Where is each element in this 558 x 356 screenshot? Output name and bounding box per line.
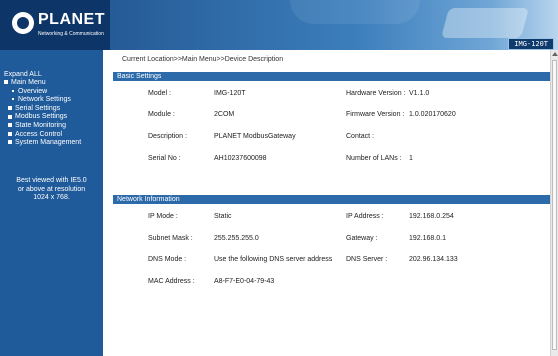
logo-tagline: Networking & Communication bbox=[38, 31, 104, 37]
breadcrumb: Current Location>>Main Menu>>Device Desc… bbox=[122, 56, 284, 63]
ip-mode-value: Static bbox=[214, 213, 232, 220]
serial-no-value: AH10237600098 bbox=[214, 155, 267, 162]
module-value: 2COM bbox=[214, 111, 235, 118]
scroll-up-arrow-icon[interactable] bbox=[552, 52, 558, 56]
bullet-icon bbox=[12, 89, 14, 92]
description-value: PLANET ModbusGateway bbox=[214, 133, 296, 140]
sidebar-item-access-control[interactable]: Access Control bbox=[4, 131, 81, 140]
folder-icon bbox=[8, 114, 12, 119]
gateway-value: 192.168.0.1 bbox=[409, 235, 446, 242]
main-menu-folder[interactable]: Main Menu bbox=[4, 79, 81, 88]
firmware-version-value: 1.0.020170620 bbox=[409, 111, 456, 118]
dns-server-value: 202.96.134.133 bbox=[409, 256, 458, 263]
module-label: Module : bbox=[148, 111, 175, 118]
folder-icon bbox=[8, 131, 12, 136]
sidebar-item-system-management[interactable]: System Management bbox=[4, 139, 81, 148]
hardware-version-label: Hardware Version : bbox=[346, 90, 406, 97]
main-menu-label: Main Menu bbox=[11, 79, 46, 86]
subnet-mask-label: Subnet Mask : bbox=[148, 235, 193, 242]
ip-address-label: IP Address : bbox=[346, 213, 384, 220]
subnet-mask-value: 255.255.255.0 bbox=[214, 235, 259, 242]
model-value: IMG-120T bbox=[214, 90, 246, 97]
header-device-image bbox=[440, 8, 530, 38]
folder-icon bbox=[8, 105, 12, 110]
description-label: Description : bbox=[148, 133, 187, 140]
firmware-version-label: Firmware Version : bbox=[346, 111, 405, 118]
serial-no-label: Serial No : bbox=[148, 155, 181, 162]
sidebar-item-label: Overview bbox=[18, 87, 48, 95]
hardware-version-value: V1.1.0 bbox=[409, 90, 430, 97]
folder-icon bbox=[4, 80, 8, 85]
scrollbar-thumb[interactable] bbox=[552, 60, 557, 350]
expand-all-link[interactable]: Expand ALL bbox=[4, 71, 42, 78]
browser-tip-line: Best viewed with IE5.0 bbox=[16, 177, 87, 184]
mac-address-label: MAC Address : bbox=[148, 278, 195, 285]
planet-logo: PLANET Networking & Communication bbox=[0, 0, 110, 50]
gateway-label: Gateway : bbox=[346, 235, 378, 242]
planet-logo-icon bbox=[12, 12, 34, 34]
folder-icon bbox=[8, 140, 12, 145]
folder-icon bbox=[8, 123, 12, 128]
contact-label: Contact : bbox=[346, 133, 375, 140]
header-banner: PLANET Networking & Communication IMG-12… bbox=[0, 0, 558, 50]
ip-mode-label: IP Mode : bbox=[148, 213, 178, 220]
sidebar-item-modbus-settings[interactable]: Modbus Settings bbox=[4, 113, 81, 122]
ip-address-value: 192.168.0.254 bbox=[409, 213, 454, 220]
browser-tip-line: 1024 x 768. bbox=[33, 194, 70, 201]
dns-mode-value: Use the following DNS server address bbox=[214, 256, 333, 263]
sidebar-item-label: System Management bbox=[15, 139, 82, 147]
model-label: Model : bbox=[148, 90, 171, 97]
mac-address-value: A8-F7-E0-04-79-43 bbox=[214, 278, 275, 285]
number-of-lans-label: Number of LANs : bbox=[346, 155, 402, 162]
browser-tip-line: or above at resolution bbox=[17, 185, 86, 193]
sidebar-item-serial-settings[interactable]: Serial Settings bbox=[4, 105, 81, 114]
sidebar-item-label: Serial Settings bbox=[15, 104, 61, 112]
sidebar-item-network-settings[interactable]: Network Settings bbox=[4, 96, 81, 105]
sidebar-item-label: Network Settings bbox=[18, 96, 71, 104]
bullet-icon bbox=[12, 98, 14, 101]
sidebar-item-state-monitoring[interactable]: State Monitoring bbox=[4, 122, 81, 131]
sidebar-item-label: Modbus Settings bbox=[15, 113, 68, 121]
sidebar-item-label: Access Control bbox=[15, 130, 63, 138]
dns-server-label: DNS Server : bbox=[346, 256, 388, 263]
sidebar-item-overview[interactable]: Overview bbox=[4, 88, 81, 97]
header-decoration bbox=[290, 0, 420, 24]
sidebar: Expand ALL Main Menu Overview Network Se… bbox=[0, 50, 103, 356]
browser-tip: Best viewed with IE5.0 or above at resol… bbox=[0, 177, 103, 203]
network-information-header: Network Information bbox=[113, 195, 550, 204]
dns-mode-label: DNS Mode : bbox=[148, 256, 187, 263]
main-content: Current Location>>Main Menu>>Device Desc… bbox=[103, 50, 550, 356]
main-menu: Main Menu Overview Network Settings Seri… bbox=[4, 79, 81, 148]
sidebar-item-label: State Monitoring bbox=[15, 121, 66, 129]
number-of-lans-value: 1 bbox=[409, 155, 413, 162]
vertical-scrollbar[interactable] bbox=[550, 50, 558, 356]
model-badge: IMG-120T bbox=[508, 38, 554, 50]
basic-settings-header: Basic Settings bbox=[113, 72, 550, 81]
logo-text: PLANET bbox=[38, 11, 105, 28]
